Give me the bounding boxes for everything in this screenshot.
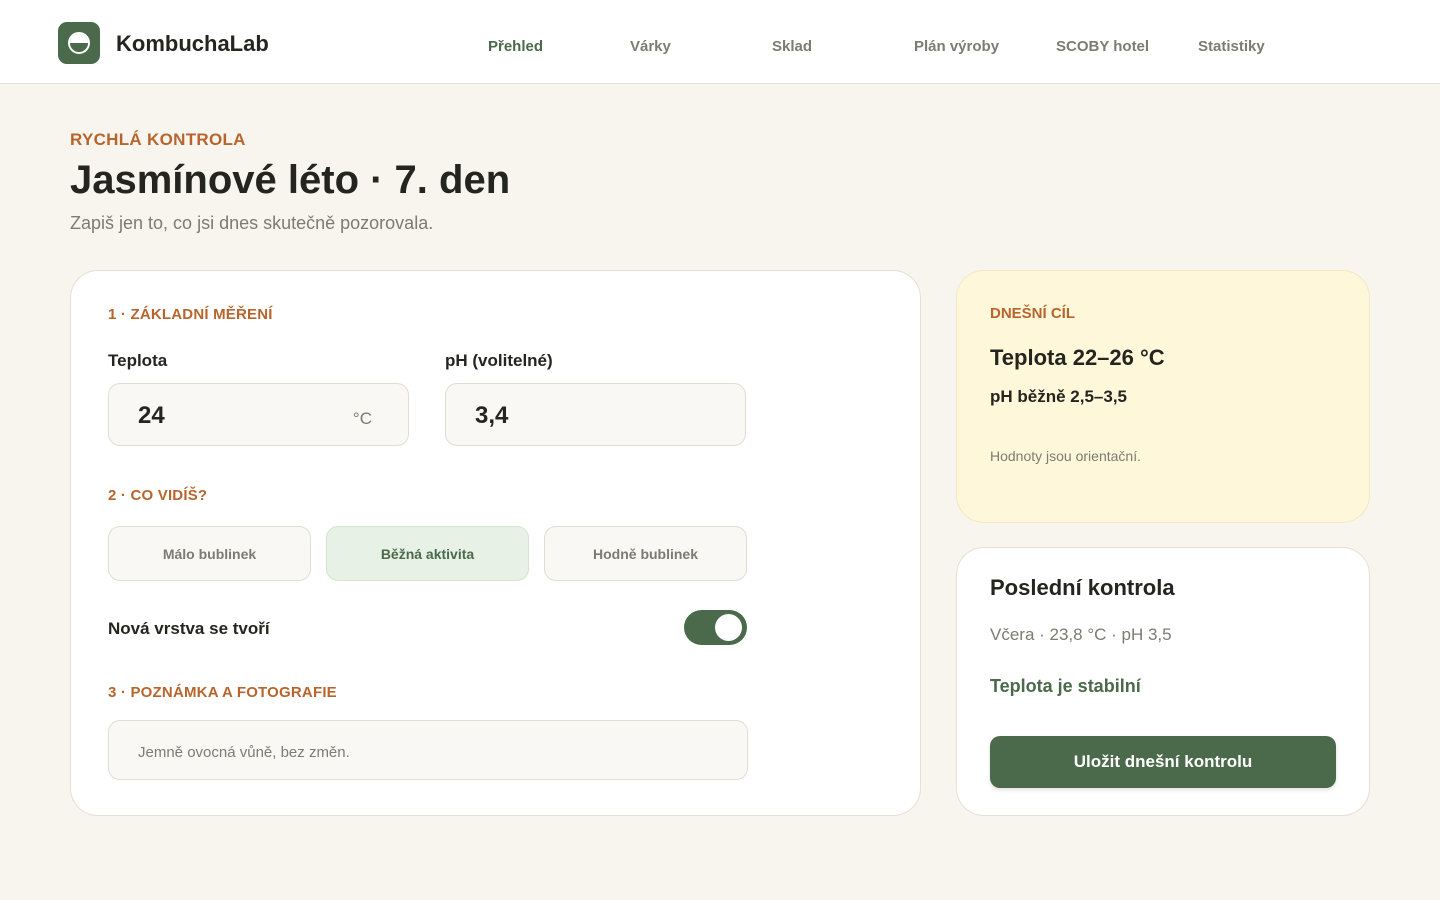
nav-item-prehled[interactable]: Přehled bbox=[488, 38, 543, 55]
toggle-knob bbox=[715, 614, 742, 641]
temperature-value: 24 bbox=[138, 402, 165, 429]
nav-item-statistiky[interactable]: Statistiky bbox=[1198, 38, 1265, 55]
section-observation-label: 2 · CO VIDÍŠ? bbox=[108, 487, 208, 504]
todays-goal-card: DNEŠNÍ CÍL Teplota 22–26 °C pH běžně 2,5… bbox=[956, 270, 1370, 523]
nav-item-sklad[interactable]: Sklad bbox=[772, 38, 812, 55]
activity-option-low-bubbles[interactable]: Málo bublinek bbox=[108, 526, 311, 581]
goal-note: Hodnoty jsou orientační. bbox=[990, 448, 1141, 464]
temperature-unit: °C bbox=[352, 409, 372, 428]
new-layer-toggle[interactable] bbox=[684, 610, 747, 645]
last-check-card: Poslední kontrola Včera · 23,8 °C · pH 3… bbox=[956, 547, 1370, 816]
page-subtitle: Zapiš jen to, co jsi dnes skutečně pozor… bbox=[70, 213, 434, 233]
ph-label: pH (volitelné) bbox=[445, 351, 553, 370]
logo-mark bbox=[68, 32, 90, 54]
kombucha-jar-icon[interactable] bbox=[58, 22, 100, 64]
top-navigation-bar: KombuchaLab Přehled Várky Sklad Plán výr… bbox=[0, 0, 1440, 84]
activity-option-normal-activity[interactable]: Běžná aktivita bbox=[326, 526, 529, 581]
temperature-input[interactable]: 24 °C bbox=[108, 383, 409, 446]
ph-input[interactable]: 3,4 bbox=[445, 383, 746, 446]
nav-item-scoby-hotel[interactable]: SCOBY hotel bbox=[1056, 38, 1149, 55]
page-eyebrow: RYCHLÁ KONTROLA bbox=[70, 130, 246, 149]
ph-value: 3,4 bbox=[475, 402, 509, 429]
app-brand[interactable]: KombuchaLab bbox=[116, 31, 269, 57]
goal-eyebrow: DNEŠNÍ CÍL bbox=[990, 305, 1076, 322]
last-check-summary: Včera · 23,8 °C · pH 3,5 bbox=[990, 625, 1172, 644]
quick-check-form-card: 1 · ZÁKLADNÍ MĚŘENÍ Teplota 24 °C pH (vo… bbox=[70, 270, 921, 816]
activity-option-many-bubbles[interactable]: Hodně bublinek bbox=[544, 526, 747, 581]
save-check-button[interactable]: Uložit dnešní kontrolu bbox=[990, 736, 1336, 788]
temperature-label: Teplota bbox=[108, 351, 168, 370]
new-layer-label: Nová vrstva se tvoří bbox=[108, 619, 270, 638]
goal-temperature-range: Teplota 22–26 °C bbox=[990, 345, 1165, 370]
note-input[interactable]: Jemně ovocná vůně, bez změn. bbox=[108, 720, 748, 780]
goal-ph-range: pH běžně 2,5–3,5 bbox=[990, 387, 1128, 406]
nav-item-varky[interactable]: Várky bbox=[630, 38, 671, 55]
nav-item-plan-vyroby[interactable]: Plán výroby bbox=[914, 38, 999, 55]
note-value: Jemně ovocná vůně, bez změn. bbox=[138, 744, 350, 761]
page-title: Jasmínové léto · 7. den bbox=[70, 158, 511, 202]
section-basic-measurement-label: 1 · ZÁKLADNÍ MĚŘENÍ bbox=[108, 306, 273, 323]
last-check-title: Poslední kontrola bbox=[990, 575, 1175, 600]
last-check-status: Teplota je stabilní bbox=[990, 676, 1141, 696]
section-note-photo-label: 3 · POZNÁMKA A FOTOGRAFIE bbox=[108, 684, 337, 701]
